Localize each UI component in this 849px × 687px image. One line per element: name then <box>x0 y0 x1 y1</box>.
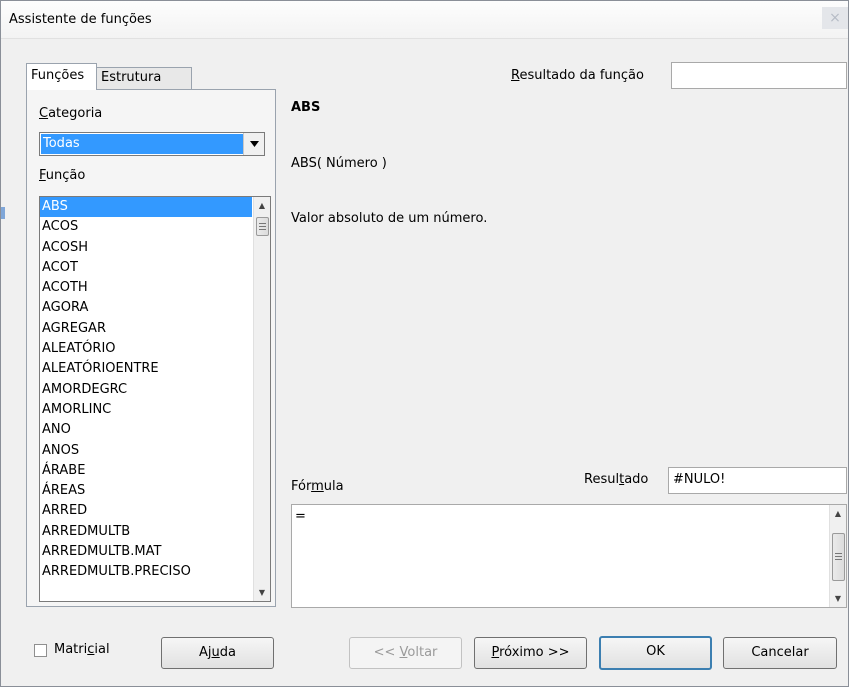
function-description: Valor absoluto de um número. <box>291 211 488 226</box>
window-edge-accent <box>1 207 5 219</box>
tab-estrutura[interactable]: Estrutura <box>96 67 192 89</box>
function-result-label: Resultado da função <box>511 68 644 83</box>
help-button[interactable]: Ajuda <box>161 637 274 669</box>
formula-editor[interactable]: = ▲ ▼ <box>291 504 847 608</box>
matricial-label[interactable]: Matricial <box>54 642 110 657</box>
list-item[interactable]: ARREDMULTB.PRECISO <box>40 562 252 582</box>
matricial-checkbox[interactable] <box>34 644 47 657</box>
list-item[interactable]: AGORA <box>40 298 252 318</box>
ok-button[interactable]: OK <box>599 636 712 670</box>
formula-scrollbar[interactable]: ▲ ▼ <box>829 505 846 607</box>
formula-label: Fórmula <box>291 479 344 494</box>
scroll-up-icon[interactable]: ▲ <box>830 505 846 522</box>
scroll-up-icon[interactable]: ▲ <box>254 197 270 214</box>
list-item[interactable]: AMORDEGRC <box>40 380 252 400</box>
list-item[interactable]: ACOT <box>40 258 252 278</box>
list-item[interactable]: ABS <box>40 197 252 218</box>
list-item[interactable]: ANOS <box>40 441 252 461</box>
list-item[interactable]: ARRED <box>40 501 252 521</box>
function-name: ABS <box>291 100 321 115</box>
list-item[interactable]: AMORLINC <box>40 400 252 420</box>
tab-funcoes[interactable]: Funções <box>26 63 97 90</box>
window-title: Assistente de funções <box>9 12 152 27</box>
function-label: Função <box>39 168 86 183</box>
list-item[interactable]: ACOSH <box>40 238 252 258</box>
back-button[interactable]: << Voltar <box>349 637 462 669</box>
chevron-down-icon[interactable] <box>243 133 264 155</box>
list-item[interactable]: ÁREAS <box>40 481 252 501</box>
scroll-down-icon[interactable]: ▼ <box>254 584 270 601</box>
functions-panel: Categoria Todas Função ABS ACOS ACOSH AC… <box>26 89 276 607</box>
function-list[interactable]: ABS ACOS ACOSH ACOT ACOTH AGORA AGREGAR … <box>39 196 271 602</box>
function-result-field[interactable] <box>671 62 847 89</box>
resultado-label: Resultado <box>584 472 649 487</box>
category-label: Categoria <box>39 106 103 121</box>
function-signature: ABS( Número ) <box>291 156 387 171</box>
formula-text: = <box>295 509 306 524</box>
list-item[interactable]: ANO <box>40 420 252 440</box>
close-button[interactable]: × <box>822 7 848 29</box>
scrollbar-thumb[interactable] <box>832 533 845 581</box>
function-list-items: ABS ACOS ACOSH ACOT ACOTH AGORA AGREGAR … <box>40 197 252 583</box>
list-item[interactable]: ALEATÓRIO <box>40 339 252 359</box>
scroll-down-icon[interactable]: ▼ <box>830 590 846 607</box>
list-item[interactable]: ACOTH <box>40 278 252 298</box>
next-button[interactable]: Próximo >> <box>474 637 587 669</box>
resultado-field[interactable]: #NULO! <box>668 467 847 494</box>
scrollbar-thumb[interactable] <box>256 217 269 236</box>
cancel-button[interactable]: Cancelar <box>723 637 837 669</box>
category-selected-value: Todas <box>41 134 243 154</box>
list-item[interactable]: AGREGAR <box>40 319 252 339</box>
list-item[interactable]: ÁRABE <box>40 461 252 481</box>
close-icon: × <box>829 10 841 26</box>
list-item[interactable]: ACOS <box>40 217 252 237</box>
list-item[interactable]: ARREDMULTB.MAT <box>40 542 252 562</box>
title-bar[interactable]: Assistente de funções × <box>1 1 848 39</box>
list-item[interactable]: ARREDMULTB <box>40 522 252 542</box>
function-list-scrollbar[interactable]: ▲ ▼ <box>253 197 270 601</box>
list-item[interactable]: ALEATÓRIOENTRE <box>40 359 252 379</box>
function-wizard-dialog: Assistente de funções × Funções Estrutur… <box>0 0 849 687</box>
category-select[interactable]: Todas <box>39 132 265 156</box>
